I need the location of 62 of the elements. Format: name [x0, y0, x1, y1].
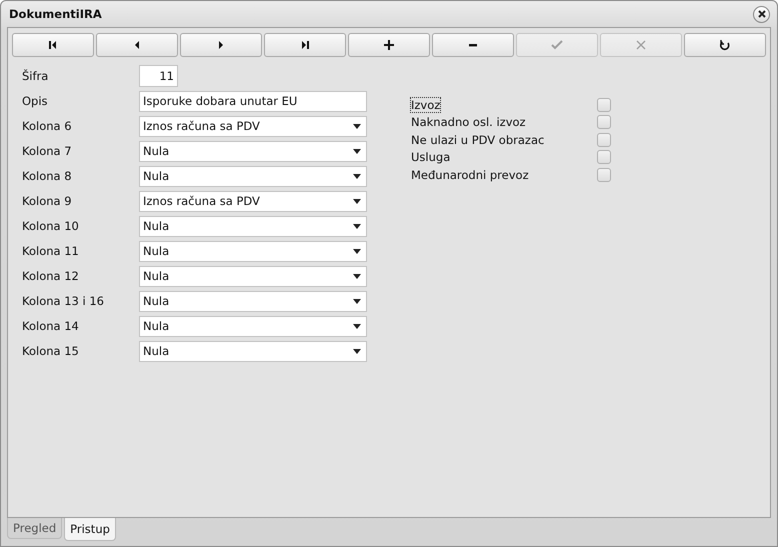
caret-icon	[353, 198, 361, 204]
window-title: DokumentiIRA	[8, 7, 102, 21]
field-label: Kolona 7	[22, 144, 73, 158]
checkbox[interactable]	[597, 98, 611, 112]
caret-icon	[353, 248, 361, 254]
dropdown[interactable]: Nula	[139, 266, 367, 286]
caret-icon	[353, 148, 361, 154]
checkbox[interactable]	[597, 150, 611, 164]
caret-icon	[353, 124, 361, 128]
checkbox-label: Međunarodni prevoz	[411, 168, 529, 182]
field-label: Kolona 10	[22, 219, 80, 233]
dropdown[interactable]: Nula	[139, 340, 367, 362]
caret-icon	[353, 174, 361, 178]
dropdown[interactable]: Nula	[139, 140, 367, 162]
dropdown[interactable]: Nula	[139, 240, 367, 262]
checkbox-label: Usluga	[411, 150, 450, 164]
caret-icon	[353, 324, 361, 328]
field-label: Kolona 14	[22, 319, 80, 333]
caret-icon	[353, 298, 361, 304]
field-label: Kolona 12	[22, 269, 80, 283]
check-icon	[551, 39, 563, 51]
remove-button[interactable]	[432, 33, 514, 57]
checkbox-label: Izvoz	[411, 98, 440, 112]
refresh-button[interactable]	[684, 33, 766, 57]
checkbox-label: Ne ulazi u PDV obrazac	[411, 132, 544, 147]
checkbox[interactable]	[597, 168, 611, 182]
dropdown[interactable]: Nula	[139, 316, 367, 336]
tab[interactable]: Pregled	[7, 518, 62, 539]
caret-icon	[353, 348, 361, 354]
caret-icon	[353, 274, 361, 278]
dropdown[interactable]: Iznos računa sa PDV	[139, 116, 367, 136]
dropdown[interactable]: Nula	[139, 166, 367, 186]
add-button[interactable]	[348, 33, 430, 57]
close-button[interactable]	[753, 6, 770, 22]
plus-icon	[383, 39, 395, 51]
tab[interactable]: Pristup	[64, 518, 116, 541]
field-label: Kolona 9	[22, 194, 73, 208]
first-icon	[47, 39, 59, 51]
field-label: Kolona 13 i 16	[22, 294, 105, 308]
close-icon	[756, 9, 766, 19]
dropdown[interactable]: Nula	[139, 216, 367, 236]
number-field[interactable]: 11	[139, 65, 178, 87]
field-label: Opis	[22, 94, 49, 108]
last-icon	[299, 39, 311, 51]
field-label: Kolona 8	[22, 169, 73, 183]
refresh-icon	[719, 39, 731, 51]
field-label: Kolona 11	[22, 244, 80, 258]
dropdown[interactable]: Iznos računa sa PDV	[139, 190, 367, 212]
field-label: Kolona 6	[22, 119, 73, 133]
next-button[interactable]	[180, 33, 262, 57]
checkbox[interactable]	[597, 132, 611, 147]
field-label: Šifra	[22, 69, 50, 83]
last-button[interactable]	[264, 33, 346, 57]
first-button[interactable]	[12, 33, 94, 57]
field-label: Kolona 15	[22, 344, 80, 358]
checkbox-label: Naknadno osl. izvoz	[411, 115, 526, 130]
text-field[interactable]: Isporuke dobara unutar EU	[139, 90, 367, 112]
close-icon	[635, 39, 647, 51]
dropdown[interactable]: Nula	[139, 290, 367, 312]
caret-icon	[353, 224, 361, 228]
prev-button[interactable]	[96, 33, 178, 57]
checkbox[interactable]	[597, 115, 611, 130]
